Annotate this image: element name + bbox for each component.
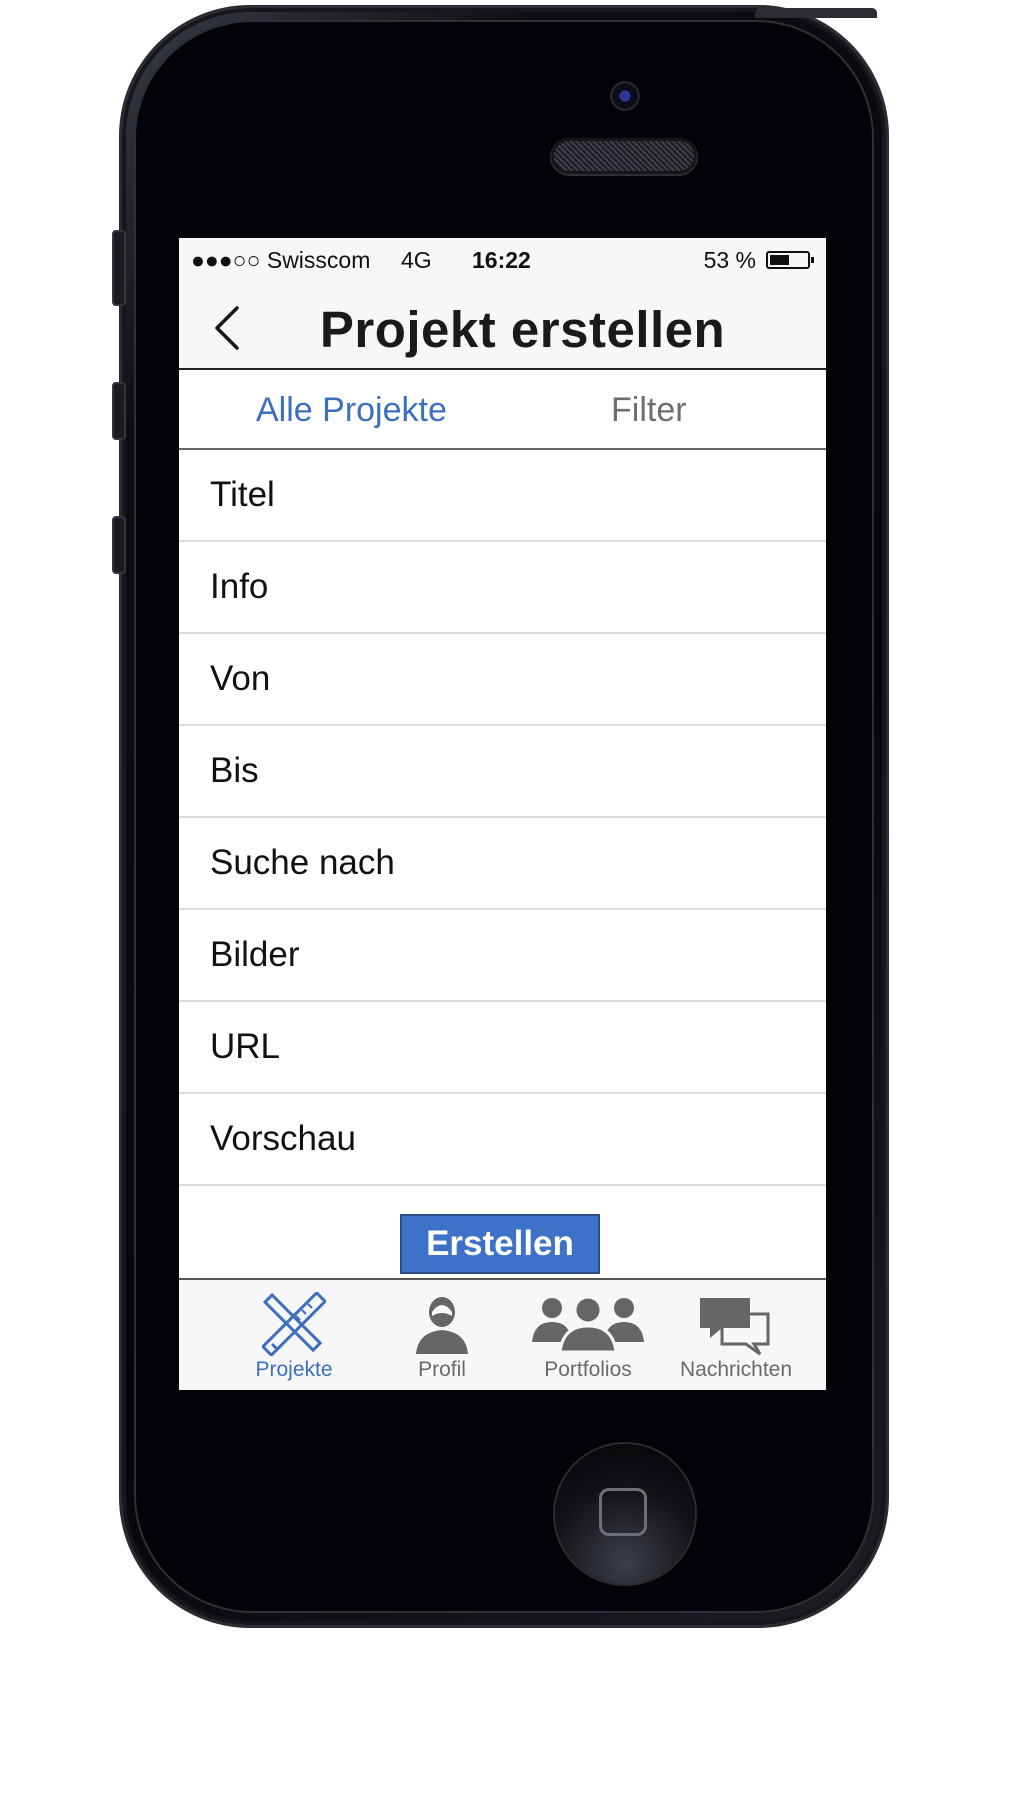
images-field[interactable]: Bilder	[179, 910, 826, 1002]
network-label: 4G	[401, 247, 432, 273]
navigation-bar: Projekt erstellen	[179, 282, 826, 370]
info-field[interactable]: Info	[179, 542, 826, 634]
field-label: URL	[210, 1027, 281, 1066]
tab-label: Nachrichten	[679, 1358, 793, 1381]
to-date-field[interactable]: Bis	[179, 726, 826, 818]
battery-icon	[766, 251, 814, 269]
volume-down-button	[112, 516, 126, 574]
tab-filter[interactable]: Filter	[611, 370, 687, 448]
power-button	[755, 8, 877, 18]
app-screen: ●●●○○ Swisscom 4G 16:22 53 % Projekt ers…	[179, 238, 826, 1390]
field-label: Vorschau	[210, 1119, 356, 1158]
from-date-field[interactable]: Von	[179, 634, 826, 726]
tab-alle-projekte[interactable]: Alle Projekte	[256, 370, 447, 448]
home-square-icon	[599, 1488, 647, 1536]
preview-field[interactable]: Vorschau	[179, 1094, 826, 1186]
front-camera	[610, 81, 640, 111]
battery-percent: 53 %	[703, 247, 756, 273]
person-icon	[416, 1297, 468, 1354]
field-label: Suche nach	[210, 843, 395, 882]
field-label: Bilder	[210, 935, 300, 974]
search-for-field[interactable]: Suche nach	[179, 818, 826, 910]
field-label: Bis	[210, 751, 259, 790]
pencil-ruler-icon	[262, 1292, 326, 1356]
tab-label: Projekte	[255, 1358, 333, 1381]
volume-up-button	[112, 382, 126, 440]
tab-nachrichten[interactable]: Nachrichten	[663, 1280, 809, 1390]
earpiece-speaker	[554, 141, 694, 171]
home-button[interactable]	[555, 1444, 695, 1584]
page-title: Projekt erstellen	[319, 301, 726, 358]
segment-control: Alle Projekte Filter	[179, 370, 826, 450]
button-row: Erstellen	[179, 1186, 826, 1274]
mute-switch	[112, 230, 126, 306]
project-form: Titel Info Von Bis Suche nach Bilder URL…	[179, 450, 826, 1310]
create-button[interactable]: Erstellen	[400, 1214, 600, 1274]
field-label: Titel	[210, 475, 275, 514]
title-field[interactable]: Titel	[179, 450, 826, 542]
tab-label: Profil	[418, 1358, 466, 1381]
url-field[interactable]: URL	[179, 1002, 826, 1094]
clock: 16:22	[472, 247, 531, 273]
tab-projekte[interactable]: Projekte	[221, 1280, 367, 1390]
chat-bubbles-icon	[700, 1298, 770, 1356]
field-label: Von	[210, 659, 271, 698]
tab-bar: Projekte Profil Portfolios Nachrichten	[179, 1278, 826, 1390]
tab-profil[interactable]: Profil	[369, 1280, 515, 1390]
status-bar: ●●●○○ Swisscom 4G 16:22 53 %	[179, 238, 826, 282]
carrier-label: ●●●○○ Swisscom	[191, 247, 371, 273]
tab-portfolios[interactable]: Portfolios	[515, 1280, 661, 1390]
group-icon	[532, 1295, 644, 1354]
tab-label: Portfolios	[544, 1358, 632, 1381]
field-label: Info	[210, 567, 269, 606]
